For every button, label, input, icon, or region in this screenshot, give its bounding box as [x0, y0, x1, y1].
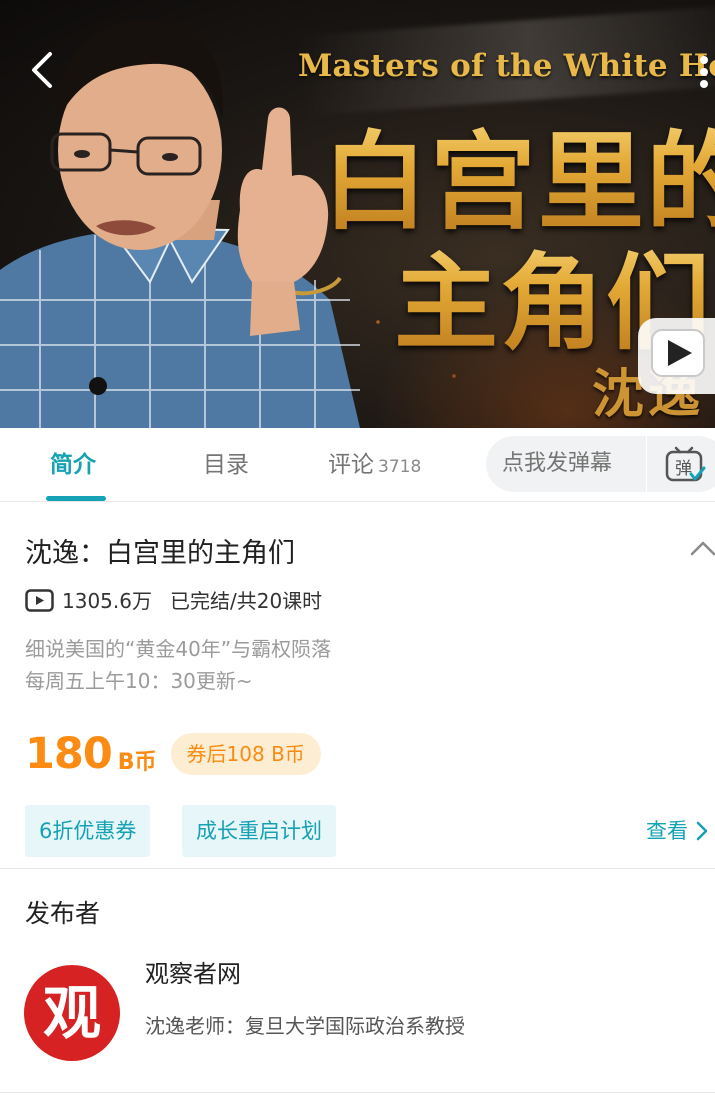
coupon-price-badge: 券后108 B币	[170, 733, 321, 775]
discount-coupon-tag[interactable]: 6折优惠券	[25, 805, 151, 857]
course-title: 沈逸：白宫里的主角们	[25, 538, 295, 569]
publisher-logo-glyph: 观	[42, 979, 101, 1047]
section-divider	[0, 868, 715, 869]
price: 180	[25, 729, 113, 779]
tab-intro[interactable]: 简介	[50, 428, 96, 502]
tab-catalog-label: 目录	[203, 452, 249, 478]
bottom-divider	[0, 1092, 715, 1093]
danmaku-icon[interactable]: 弹	[664, 446, 706, 484]
chevron-up-icon[interactable]	[690, 539, 715, 557]
growth-plan-tag[interactable]: 成长重启计划	[182, 805, 336, 857]
danmaku-divider	[646, 436, 647, 492]
comment-count: 3718	[378, 457, 422, 477]
price-unit: B币	[117, 749, 157, 775]
chevron-right-icon	[696, 821, 708, 841]
publisher-description: 沈逸老师：复旦大学国际政治系教授	[145, 1014, 465, 1038]
publisher-name[interactable]: 观察者网	[145, 954, 241, 989]
more-vertical-icon	[700, 56, 708, 88]
active-tab-indicator	[46, 496, 106, 501]
price-row: 180 B币 券后108 B币	[25, 729, 321, 785]
publisher-heading: 发布者	[25, 899, 101, 928]
course-status: 已完结/共20课时	[169, 589, 323, 613]
video-cover[interactable]: Masters of the White House 白宫里的 主角们 沈逸	[0, 0, 715, 428]
back-button[interactable]	[22, 48, 66, 92]
course-stats: 1305.6万 已完结/共20课时	[25, 585, 322, 615]
tv-play-icon	[651, 329, 705, 377]
back-arrow-icon	[32, 52, 52, 88]
view-more-link[interactable]: 查看	[646, 815, 708, 845]
tab-comments[interactable]: 评论 3718	[328, 428, 421, 502]
tab-comments-label: 评论	[328, 452, 374, 478]
danmaku-input[interactable]: 点我发弹幕 弹	[486, 436, 715, 492]
play-video-button[interactable]	[638, 318, 715, 394]
danmaku-icon-text: 弹	[675, 459, 692, 479]
view-more-label: 查看	[646, 819, 688, 843]
tab-catalog[interactable]: 目录	[203, 428, 249, 502]
play-count-icon	[25, 589, 54, 612]
more-options-button[interactable]	[692, 54, 715, 94]
tab-intro-label: 简介	[50, 452, 96, 478]
tab-bar: 简介 目录 评论 3718 点我发弹幕 弹	[0, 428, 715, 502]
view-count: 1305.6万	[62, 589, 152, 613]
course-description-line1: 细说美国的“黄金40年”与霸权陨落	[25, 637, 332, 661]
cover-subtitle-en: Masters of the White House	[298, 48, 715, 84]
course-description-line2: 每周五上午10：30更新~	[25, 669, 253, 693]
publisher-logo[interactable]: 观	[24, 965, 120, 1061]
danmaku-placeholder: 点我发弹幕	[502, 451, 613, 476]
